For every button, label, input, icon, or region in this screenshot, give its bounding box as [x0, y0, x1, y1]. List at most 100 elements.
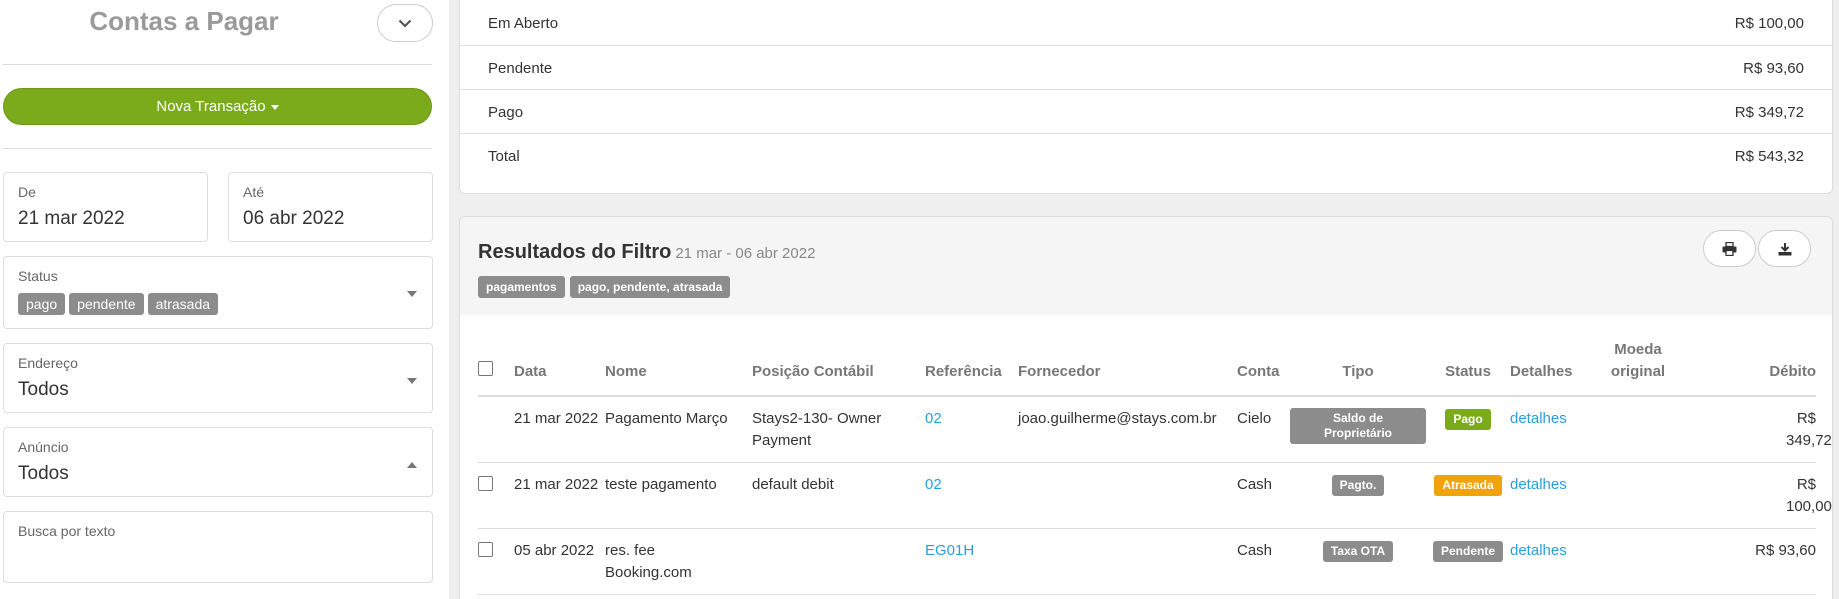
cell-fornecedor	[1018, 462, 1237, 529]
col-data[interactable]: Data	[514, 339, 605, 397]
results-header: Resultados do Filtro 21 mar - 06 abr 2022…	[460, 217, 1832, 315]
page-title: Contas a Pagar	[89, 6, 279, 36]
cell-debito: R$ 349,72	[1686, 396, 1832, 463]
chevron-down-icon	[398, 19, 412, 28]
date-to-field[interactable]: Até 06 abr 2022	[228, 172, 433, 242]
cell-fornecedor	[1018, 528, 1237, 595]
col-conta[interactable]: Conta	[1237, 339, 1290, 397]
type-badge: Pagto.	[1331, 474, 1385, 496]
divider	[3, 148, 432, 149]
cell-data: 21 mar 2022	[514, 462, 605, 529]
row-checkbox-cell	[478, 396, 514, 463]
new-transaction-label: Nova Transação	[156, 98, 266, 115]
caret-down-icon	[270, 105, 279, 110]
col-detalhes[interactable]: Detalhes	[1510, 339, 1590, 397]
caret-down-icon	[407, 291, 417, 297]
cell-status: Atrasada	[1426, 462, 1510, 529]
cell-debito: R$ 93,60	[1686, 528, 1816, 595]
results-table: Data Nome Posição Contábil Referência Fo…	[478, 339, 1832, 595]
status-chip[interactable]: atrasada	[147, 293, 219, 315]
filter-chip: pagamentos	[478, 276, 565, 298]
cell-data: 21 mar 2022	[514, 396, 605, 463]
table-row: 21 mar 2022 Pagamento Março Stays2-130- …	[478, 396, 1832, 463]
results-title: Resultados do Filtro 21 mar - 06 abr 2022	[478, 241, 815, 264]
cell-status: Pendente	[1426, 528, 1510, 595]
col-status[interactable]: Status	[1426, 339, 1510, 397]
status-chip[interactable]: pago	[18, 293, 66, 315]
download-icon	[1778, 242, 1791, 255]
sidebar: Contas a Pagar Nova Transação De 21 mar …	[0, 0, 449, 599]
table-header-row: Data Nome Posição Contábil Referência Fo…	[478, 339, 1816, 397]
status-chip[interactable]: pendente	[69, 293, 144, 315]
address-label: Endereço	[18, 355, 78, 371]
summary-panel: Em Aberto R$ 100,00 Pendente R$ 93,60 Pa…	[459, 0, 1833, 194]
cell-conta: Cielo	[1237, 396, 1290, 463]
details-link[interactable]: detalhes	[1510, 462, 1590, 529]
cell-nome: res. fee Booking.com	[605, 528, 752, 595]
details-link[interactable]: detalhes	[1510, 528, 1590, 595]
listing-label: Anúncio	[18, 439, 69, 455]
date-from-label: De	[18, 184, 36, 200]
cell-data: 05 abr 2022	[514, 528, 605, 595]
collapse-toggle-button[interactable]	[377, 4, 433, 42]
cell-moeda-original	[1590, 462, 1686, 529]
date-to-label: Até	[243, 184, 265, 200]
cell-tipo: Taxa OTA	[1290, 528, 1426, 595]
address-select[interactable]: Endereço Todos	[3, 343, 433, 413]
summary-label: Pago	[488, 104, 524, 121]
cell-nome: Pagamento Março	[605, 396, 752, 463]
summary-value: R$ 349,72	[1734, 104, 1804, 121]
status-select[interactable]: Status pago pendente atrasada	[3, 256, 433, 329]
status-badge: Pendente	[1432, 540, 1503, 562]
col-moeda-original[interactable]: Moeda original	[1590, 339, 1686, 397]
status-label: Status	[18, 268, 58, 284]
caret-up-icon	[407, 462, 417, 468]
debit-value: R$ 100,00	[1786, 475, 1832, 515]
col-tipo[interactable]: Tipo	[1290, 339, 1426, 397]
date-from-value: 21 mar 2022	[18, 208, 125, 229]
print-button[interactable]	[1703, 230, 1756, 267]
listing-value: Todos	[18, 463, 69, 484]
cell-posicao	[752, 528, 925, 595]
summary-label: Em Aberto	[488, 15, 559, 32]
text-search-field[interactable]: Busca por texto	[3, 511, 433, 583]
cell-tipo: Saldo de Proprietário	[1290, 396, 1426, 463]
summary-row: Pendente R$ 93,60	[460, 45, 1832, 89]
cell-posicao: Stays2-130- Owner Payment	[752, 396, 925, 463]
col-posicao-contabil[interactable]: Posição Contábil	[752, 339, 925, 397]
status-badge: Pago	[1445, 409, 1491, 430]
row-checkbox[interactable]	[478, 541, 493, 557]
divider	[3, 64, 432, 65]
header-checkbox-cell	[478, 339, 514, 397]
cell-moeda-original	[1590, 396, 1686, 463]
summary-row: Em Aberto R$ 100,00	[460, 1, 1832, 45]
cell-referencia-link[interactable]: EG01H	[925, 528, 1018, 595]
summary-value: R$ 543,32	[1734, 148, 1804, 165]
listing-select[interactable]: Anúncio Todos	[3, 427, 433, 497]
cell-tipo: Pagto.	[1290, 462, 1426, 529]
print-icon	[1722, 241, 1737, 256]
text-search-label: Busca por texto	[18, 523, 116, 539]
cell-conta: Cash	[1237, 528, 1290, 595]
address-value: Todos	[18, 379, 69, 400]
results-panel: Resultados do Filtro 21 mar - 06 abr 2022…	[459, 216, 1833, 599]
date-from-field[interactable]: De 21 mar 2022	[3, 172, 208, 242]
cell-fornecedor: joao.guilherme@stays.com.br	[1018, 396, 1237, 463]
filter-chip: pago, pendente, atrasada	[569, 276, 731, 298]
col-debito[interactable]: Débito	[1686, 339, 1816, 397]
cell-posicao: default debit	[752, 462, 925, 529]
cell-referencia-link[interactable]: 02	[925, 462, 1018, 529]
type-badge: Taxa OTA	[1322, 540, 1394, 562]
col-nome[interactable]: Nome	[605, 339, 752, 397]
download-button[interactable]	[1758, 230, 1811, 267]
results-date-range: 21 mar - 06 abr 2022	[675, 245, 816, 262]
select-all-checkbox[interactable]	[478, 361, 493, 376]
row-checkbox[interactable]	[478, 475, 493, 491]
new-transaction-button[interactable]: Nova Transação	[3, 88, 432, 125]
col-referencia[interactable]: Referência	[925, 339, 1018, 397]
type-badge: Saldo de Proprietário	[1290, 408, 1426, 444]
col-fornecedor[interactable]: Fornecedor	[1018, 339, 1237, 397]
cell-referencia-link[interactable]: 02	[925, 396, 1018, 463]
details-link[interactable]: detalhes	[1510, 396, 1590, 463]
summary-row: Pago R$ 349,72	[460, 89, 1832, 133]
